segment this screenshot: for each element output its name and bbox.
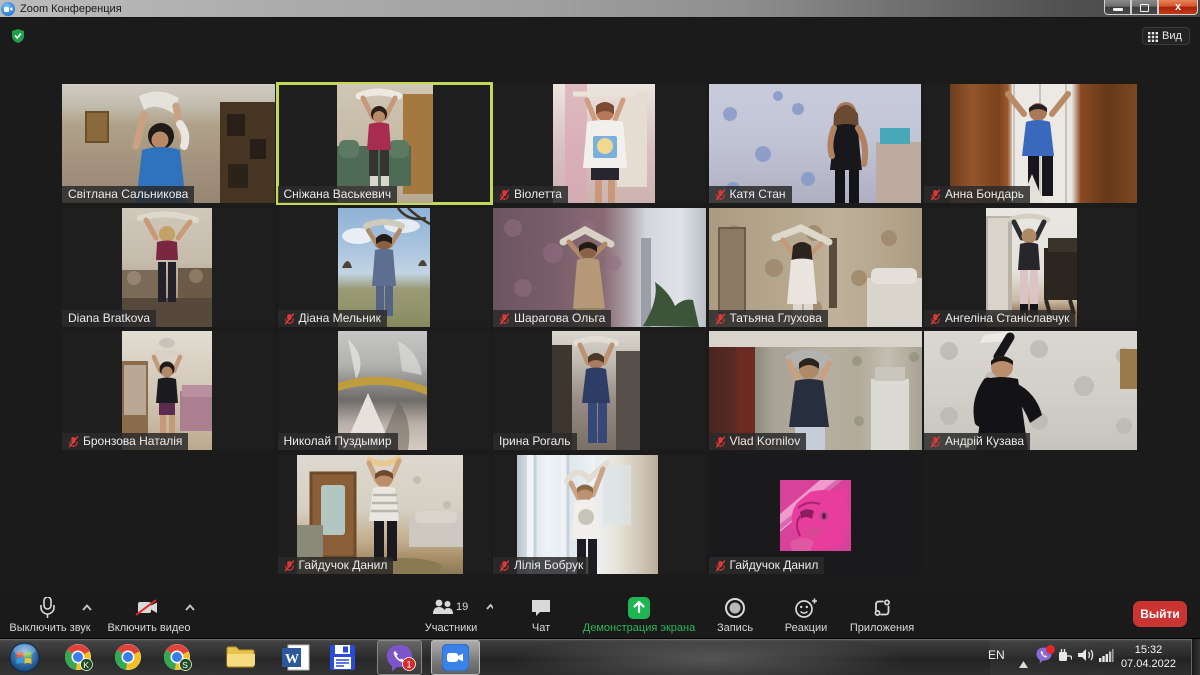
svg-text:19: 19 xyxy=(456,601,468,613)
svg-text:1: 1 xyxy=(407,660,412,670)
svg-text:S: S xyxy=(182,660,188,670)
svg-text:K: K xyxy=(83,660,89,670)
svg-text:W: W xyxy=(285,652,299,667)
